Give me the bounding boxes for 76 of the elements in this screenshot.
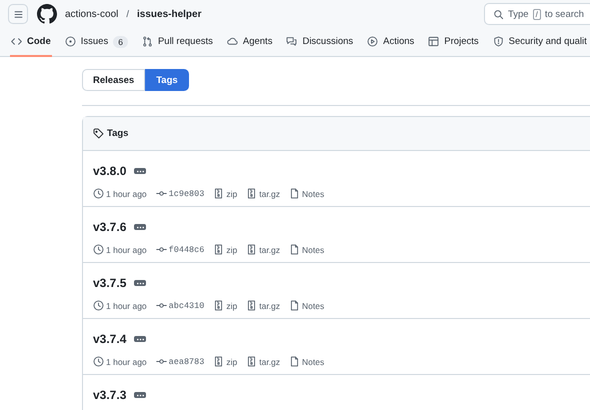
- tag-name-link[interactable]: v3.7.3: [93, 388, 126, 402]
- path-separator: /: [126, 8, 129, 20]
- notes-link[interactable]: Notes: [302, 244, 324, 254]
- zip-download-link[interactable]: zip: [226, 300, 238, 310]
- ellipsis-button[interactable]: [134, 168, 146, 174]
- zip-download-link[interactable]: zip: [226, 244, 238, 254]
- search-icon: [493, 8, 504, 20]
- nav-tab[interactable]: Actions: [366, 28, 416, 57]
- repo-link[interactable]: issues-helper: [137, 8, 202, 20]
- table-icon: [428, 36, 440, 47]
- tar-download-link[interactable]: tar.gz: [259, 244, 280, 254]
- file-zip-icon: [213, 188, 224, 199]
- zip-download-link[interactable]: zip: [226, 356, 238, 366]
- file-icon: [289, 188, 300, 199]
- tag-icon: [93, 128, 104, 139]
- menu-icon: [12, 8, 24, 20]
- issue-icon: [64, 36, 76, 47]
- shield-icon: [492, 36, 504, 47]
- file-zip-icon: [246, 356, 258, 367]
- ellipsis-button[interactable]: [134, 392, 146, 398]
- commit-hash-link[interactable]: aea8783: [168, 356, 204, 366]
- file-icon: [289, 244, 300, 255]
- relative-time: 1 hour ago: [106, 188, 147, 198]
- pull-request-icon: [142, 36, 153, 47]
- notes-link[interactable]: Notes: [302, 356, 324, 366]
- tag-name-link[interactable]: v3.7.4: [93, 332, 126, 346]
- commit-hash-link[interactable]: f0448c6: [168, 244, 204, 254]
- shortcut-key: /: [532, 8, 541, 20]
- file-zip-icon: [213, 300, 224, 311]
- relative-time: 1 hour ago: [106, 244, 147, 254]
- search-field[interactable]: Type / to search: [484, 3, 590, 25]
- clock-icon: [93, 356, 104, 367]
- nav-tab[interactable]: Code: [10, 28, 52, 57]
- tag-name-link[interactable]: v3.7.5: [93, 276, 126, 290]
- notes-link[interactable]: Notes: [302, 300, 324, 310]
- tar-download-link[interactable]: tar.gz: [259, 188, 280, 198]
- nav-tab[interactable]: Pull requests: [140, 28, 214, 57]
- nav-tab[interactable]: Discussions: [285, 28, 354, 57]
- relative-time: 1 hour ago: [106, 300, 147, 310]
- segment-tab[interactable]: Tags: [145, 69, 189, 91]
- panel-title: Tags: [107, 128, 128, 139]
- issue-count: 6: [113, 36, 128, 48]
- menu-button[interactable]: [8, 4, 28, 24]
- file-zip-icon: [246, 244, 258, 255]
- tar-download-link[interactable]: tar.gz: [259, 356, 280, 366]
- file-zip-icon: [213, 356, 224, 367]
- tag-name-link[interactable]: v3.8.0: [93, 164, 126, 178]
- commit-hash-link[interactable]: abc4310: [168, 300, 204, 310]
- clock-icon: [93, 300, 104, 311]
- segment-tab[interactable]: Releases: [82, 69, 146, 91]
- commit-hash-link[interactable]: 1c9e803: [168, 188, 204, 198]
- ellipsis-button[interactable]: [134, 280, 146, 286]
- octocat-logo-icon[interactable]: [37, 4, 57, 24]
- nav-tab[interactable]: Issues 6: [64, 28, 129, 57]
- tar-download-link[interactable]: tar.gz: [259, 300, 280, 310]
- owner-link[interactable]: actions-cool: [65, 8, 118, 20]
- clock-icon: [93, 188, 104, 199]
- file-zip-icon: [246, 188, 258, 199]
- relative-time: 1 hour ago: [106, 356, 147, 366]
- file-icon: [289, 300, 300, 311]
- code-icon: [11, 36, 22, 47]
- ellipsis-button[interactable]: [134, 336, 146, 342]
- clock-icon: [93, 244, 104, 255]
- file-icon: [289, 356, 300, 367]
- file-zip-icon: [246, 300, 258, 311]
- nav-tab[interactable]: Projects: [427, 28, 480, 57]
- cloud-icon: [226, 36, 238, 47]
- chat-icon: [286, 36, 298, 47]
- file-zip-icon: [213, 244, 224, 255]
- zip-download-link[interactable]: zip: [226, 188, 238, 198]
- notes-link[interactable]: Notes: [302, 188, 324, 198]
- tag-name-link[interactable]: v3.7.6: [93, 220, 126, 234]
- play-icon: [367, 36, 378, 47]
- ellipsis-button[interactable]: [134, 224, 146, 230]
- nav-tab[interactable]: Agents: [226, 28, 274, 57]
- nav-tab[interactable]: Security and qualit: [492, 28, 588, 57]
